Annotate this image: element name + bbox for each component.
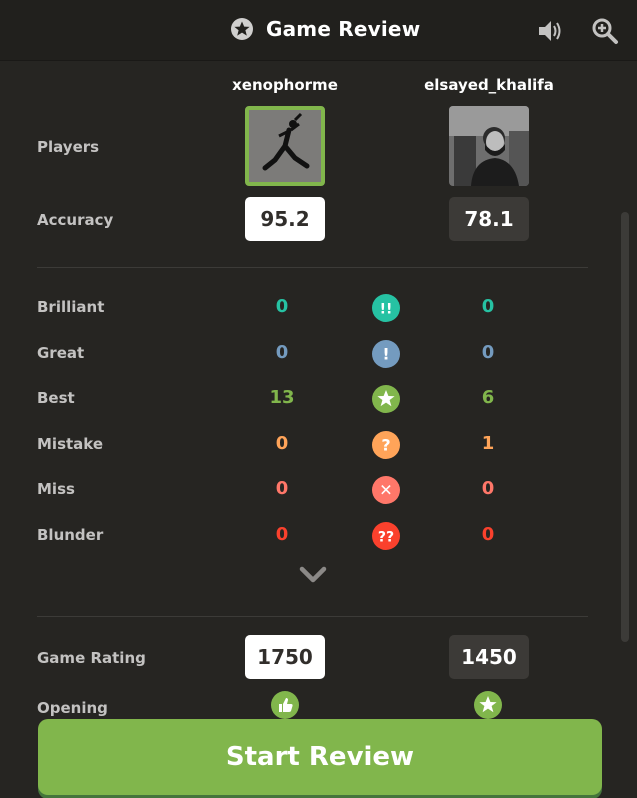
page-title: Game Review [266,17,421,41]
thumbs-up-icon [271,691,299,719]
black-classification-count: 0 [481,296,495,317]
players-label: Players [37,138,100,156]
blunder-icon: ?? [372,522,400,550]
best-star-icon [474,691,502,719]
classification-label: Mistake [37,435,104,453]
header-bar: Game Review [0,0,637,61]
scrollbar-thumb[interactable] [621,212,629,642]
opening-label: Opening [37,699,108,717]
best-star-icon [372,385,400,413]
svg-text:!!: !! [380,302,393,318]
svg-text:!: ! [382,345,389,364]
game-rating-label: Game Rating [37,649,146,667]
magnifier-plus-icon[interactable] [591,17,619,45]
miss-icon: ✕ [372,476,400,504]
classification-label: Great [37,344,85,362]
black-classification-count: 0 [481,524,495,545]
start-review-button[interactable]: Start Review [38,719,602,795]
black-classification-count: 6 [481,387,495,408]
classification-label: Blunder [37,526,104,544]
classification-label: Best [37,389,75,407]
title-group: Game Review [230,17,420,41]
chevron-down-icon[interactable] [299,565,327,585]
white-game-rating: 1750 [245,635,325,679]
white-classification-count: 13 [269,387,295,408]
white-player-avatar[interactable] [245,106,325,186]
white-accuracy-value: 95.2 [245,197,325,241]
classification-label: Miss [37,480,75,498]
black-classification-count: 0 [481,342,495,363]
white-classification-count: 0 [275,524,289,545]
svg-text:✕: ✕ [379,481,392,500]
white-classification-count: 0 [275,478,289,499]
white-player-name[interactable]: xenophorme [185,76,385,94]
white-classification-count: 0 [275,296,289,317]
classification-label: Brilliant [37,298,105,316]
black-classification-count: 0 [481,478,495,499]
mistake-icon: ? [372,431,400,459]
svg-text:??: ?? [378,530,394,546]
black-classification-count: 1 [481,433,495,454]
divider [37,267,588,268]
great-icon: ! [372,340,400,368]
accuracy-label: Accuracy [37,211,114,229]
divider [37,616,588,617]
jumpman-silhouette-image [249,110,321,182]
white-classification-count: 0 [275,433,289,454]
star-badge-icon [231,18,253,40]
white-classification-count: 0 [275,342,289,363]
black-game-rating: 1450 [449,635,529,679]
brilliant-icon: !! [372,294,400,322]
black-accuracy-value: 78.1 [449,197,529,241]
speaker-icon[interactable] [536,17,564,45]
photo-man-portrait [449,106,529,186]
svg-text:?: ? [381,436,390,455]
black-player-avatar[interactable] [449,106,529,186]
scrollbar[interactable] [619,62,629,712]
black-player-name[interactable]: elsayed_khalifa [389,76,589,94]
